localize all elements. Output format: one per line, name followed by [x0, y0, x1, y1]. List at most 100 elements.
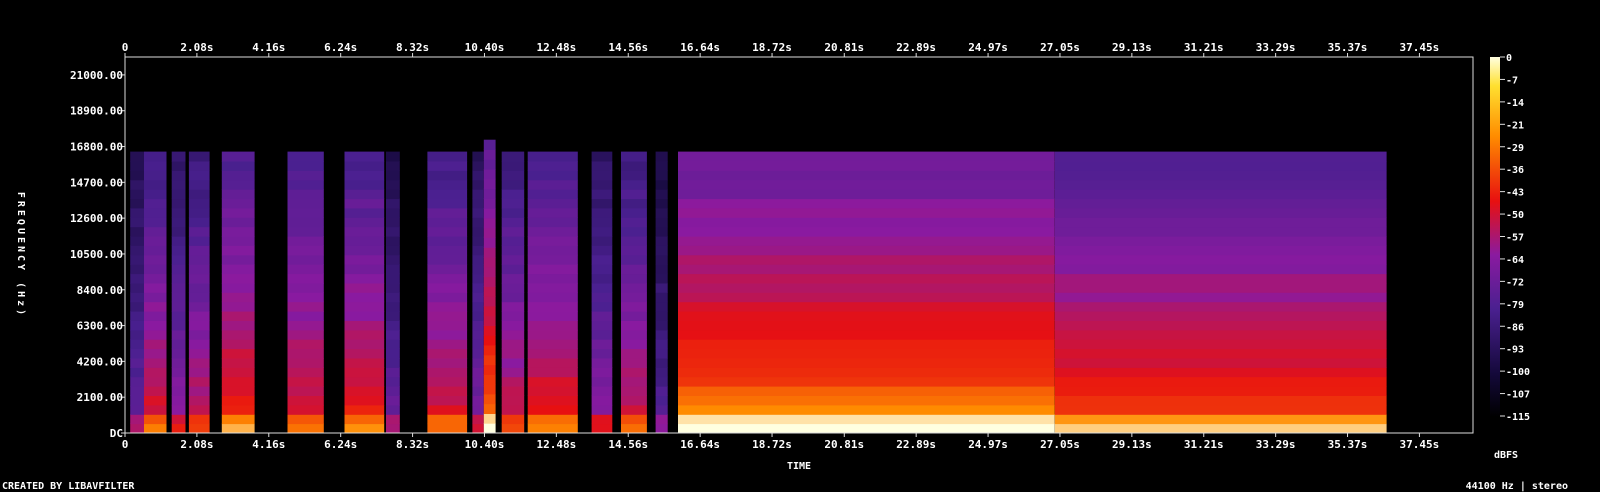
spectrogram-segment-18: [1054, 151, 1387, 434]
spectrogram-cell: [591, 404, 613, 415]
colorbar-tick-label: -43: [1506, 188, 1524, 199]
spectrogram-cell: [621, 236, 647, 246]
spectrogram-cell: [130, 423, 144, 434]
spectrogram-cell: [171, 254, 186, 265]
spectrogram-cell: [655, 423, 668, 434]
spectrogram-cell: [188, 179, 210, 190]
spectrogram-cell: [144, 329, 167, 340]
spectrogram-cell: [427, 245, 468, 256]
spectrogram-cell: [501, 404, 525, 415]
spectrogram-cell: [483, 374, 496, 385]
spectrogram-cell: [678, 395, 1055, 406]
spectrogram-cell: [344, 170, 385, 181]
footer-format: 44100 Hz | stereo: [1466, 481, 1568, 492]
spectrogram-cell: [188, 367, 210, 378]
spectrogram-cell: [527, 161, 578, 171]
spectrogram-cell: [386, 179, 400, 190]
spectrogram-cell: [287, 367, 324, 378]
spectrogram-cell: [427, 339, 468, 350]
spectrogram-cell: [678, 189, 1055, 200]
spectrogram-cell: [483, 159, 496, 170]
x-tick-label-bottom: 6.24s: [324, 438, 357, 451]
spectrogram-cell: [678, 207, 1055, 218]
colorbar-ticks: 0 -7 -14 -21 -29 -36 -43 -50 -57 -64 -72 -79 -86 -93 -…: [1500, 53, 1530, 423]
spectrogram-cell: [472, 301, 484, 312]
spectrogram-segment-4: [188, 151, 210, 434]
spectrogram-cell: [655, 339, 668, 350]
spectrogram-cell: [527, 292, 578, 303]
spectrogram-cell: [472, 367, 484, 378]
spectrogram-cell: [171, 170, 186, 181]
colorbar-tick-label: -29: [1506, 143, 1524, 154]
spectrogram-cell: [1054, 414, 1387, 425]
spectrogram-segment-9: [427, 151, 468, 434]
spectrogram-cell: [188, 404, 210, 415]
spectrogram-cell: [655, 254, 668, 265]
colorbar-tick-label: -107: [1506, 390, 1530, 401]
spectrogram-cell: [130, 320, 144, 331]
spectrogram-cell: [188, 217, 210, 228]
y-tick-label: 18900.00: [70, 105, 123, 118]
spectrogram-cell: [472, 404, 484, 415]
spectrogram-cell: [483, 335, 496, 346]
spectrogram-cell: [591, 311, 613, 321]
spectrogram-cell: [678, 170, 1055, 181]
spectrogram-cell: [130, 236, 144, 246]
spectrogram-cell: [344, 414, 385, 425]
spectrogram-cell: [621, 301, 647, 312]
spectrogram-cell: [527, 358, 578, 368]
spectrogram-cell: [287, 170, 324, 181]
spectrogram-cell: [655, 189, 668, 200]
spectrogram-cell: [144, 282, 167, 293]
colorbar-tick-label: -93: [1506, 345, 1524, 356]
x-tick-label-top: 8.32s: [396, 41, 429, 54]
spectrogram-cell: [130, 339, 144, 350]
spectrogram-cell: [221, 161, 255, 171]
spectrogram-cell: [1054, 161, 1387, 171]
spectrogram-cell: [655, 301, 668, 312]
spectrogram-cell: [188, 358, 210, 368]
spectrogram-cell: [591, 189, 613, 200]
spectrogram-cell: [472, 311, 484, 321]
spectrogram-cell: [386, 339, 400, 350]
spectrogram-cell: [655, 217, 668, 228]
colorbar-tick-label: -50: [1506, 210, 1524, 221]
spectrogram-cell: [221, 236, 255, 246]
spectrogram-cell: [1054, 301, 1387, 312]
spectrogram-cell: [621, 189, 647, 200]
spectrogram-cell: [621, 179, 647, 190]
spectrogram-cell: [386, 236, 400, 246]
colorbar-tick-label: -36: [1506, 165, 1524, 176]
spectrogram-cell: [130, 151, 144, 162]
spectrogram-segment-13: [527, 151, 578, 434]
spectrogram-cell: [344, 236, 385, 246]
spectrogram-cell: [171, 404, 186, 415]
x-tick-label-top: 33.29s: [1256, 41, 1296, 54]
spectrogram-cell: [678, 376, 1055, 387]
spectrogram-cell: [501, 217, 525, 228]
spectrogram-cell: [527, 404, 578, 415]
spectrogram-cell: [1054, 282, 1387, 293]
spectrogram-cell: [188, 161, 210, 171]
spectrogram-cell: [655, 236, 668, 246]
x-tick-label-top: 6.24s: [324, 41, 357, 54]
spectrogram-cell: [344, 320, 385, 331]
spectrogram-cell: [221, 329, 255, 340]
spectrogram-cell: [527, 236, 578, 246]
spectrogram-cell: [171, 414, 186, 425]
spectrogram-cell: [591, 273, 613, 284]
spectrogram-cell: [144, 376, 167, 387]
spectrogram-cell: [591, 236, 613, 246]
spectrogram-cell: [483, 149, 496, 160]
spectrogram-cell: [655, 320, 668, 331]
spectrogram-cell: [591, 207, 613, 218]
spectrogram-cell: [591, 423, 613, 434]
x-tick-label-bottom: 35.37s: [1328, 438, 1368, 451]
spectrogram-cell: [188, 386, 210, 396]
spectrogram-cell: [221, 226, 255, 237]
spectrogram-cell: [386, 198, 400, 209]
footer-credit: CREATED BY LIBAVFILTER: [2, 481, 135, 492]
colorbar: [1490, 57, 1500, 417]
spectrogram-cell: [188, 414, 210, 425]
spectrogram-cell: [427, 376, 468, 387]
